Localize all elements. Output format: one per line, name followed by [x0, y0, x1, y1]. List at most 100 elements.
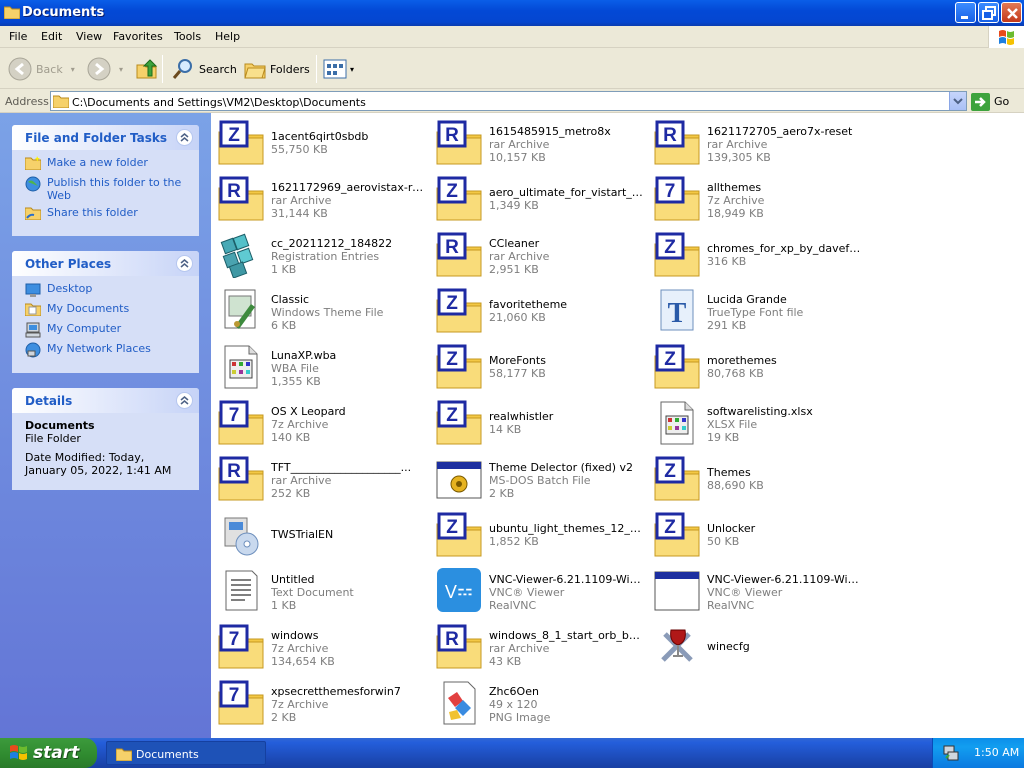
svg-text:R: R — [227, 461, 241, 482]
file-name: Zhc6Oen — [489, 685, 539, 698]
forward-button[interactable]: ▾ — [87, 54, 123, 84]
minimize-button[interactable] — [955, 2, 976, 23]
file-item[interactable]: Zfavoritetheme 21,060 KB — [432, 284, 647, 336]
file-item[interactable]: R 1621172705_aero7x-reset rar Archive 139,3… — [650, 116, 865, 168]
file-item[interactable]: Z MoreFonts 58,177 KB — [432, 340, 647, 392]
close-button[interactable] — [1001, 2, 1022, 23]
file-name: 1615485915_metro8x — [489, 125, 611, 138]
file-name: windows — [271, 629, 319, 642]
publish-folder-link[interactable]: Publish this folder to the Web — [25, 176, 189, 206]
svg-text:7: 7 — [229, 629, 240, 650]
collapse-chevron-icon[interactable] — [176, 392, 193, 409]
title-bar[interactable]: Documents — [0, 0, 1024, 26]
address-field[interactable]: C:\Documents and Settings\VM2\Desktop\Do… — [50, 91, 967, 111]
back-button[interactable]: Back ▾ — [8, 54, 75, 84]
panel-header[interactable]: Details — [12, 388, 199, 413]
address-bar: Address C:\Documents and Settings\VM2\De… — [0, 90, 1024, 113]
file-type: rar Archive — [271, 194, 332, 207]
start-button[interactable]: start — [0, 738, 97, 768]
file-item[interactable]: Zrealwhistler 14 KB — [432, 396, 647, 448]
place-desktop[interactable]: Desktop — [25, 282, 189, 302]
menu-tools[interactable]: Tools — [174, 30, 201, 43]
place-my-network-places[interactable]: My Network Places — [25, 342, 189, 362]
file-item[interactable]: Z 1acent6qirt0sbdb 55,750 KB — [214, 116, 429, 168]
file-item[interactable]: TWSTrialEN — [214, 508, 429, 560]
folders-icon — [244, 63, 266, 79]
views-icon — [323, 59, 347, 79]
chevron-down-icon — [953, 98, 963, 105]
svg-text:Z: Z — [446, 181, 458, 202]
file-item[interactable]: VNC-Viewer-6.21.1109-Windo... VNC® Viewer… — [650, 564, 865, 616]
place-my-computer[interactable]: My Computer — [25, 322, 189, 342]
file-item[interactable]: Zhc6Oen 49 x 120 PNG Image — [432, 676, 647, 728]
file-item[interactable]: R 1615485915_metro8x rar Archive 10,157 KB — [432, 116, 647, 168]
file-item[interactable]: R TFT____________________... rar Archive 25… — [214, 452, 429, 504]
file-item[interactable]: V𝌂 VNC-Viewer-6.21.1109-Windo... VNC® View… — [432, 564, 647, 616]
search-button[interactable]: Search — [171, 54, 237, 84]
maximize-button[interactable] — [978, 2, 999, 23]
file-item[interactable]: cc_20211212_184822 Registration Entries 1 … — [214, 228, 429, 280]
file-item[interactable]: Untitled Text Document 1 KB — [214, 564, 429, 616]
svg-text:Z: Z — [664, 237, 676, 258]
network-tray-icon[interactable] — [943, 745, 959, 761]
details-modified: Date Modified: Today, January 05, 2022, … — [25, 451, 172, 477]
file-item[interactable]: 7 OS X Leopard 7z Archive 140 KB — [214, 396, 429, 448]
collapse-chevron-icon[interactable] — [176, 255, 193, 272]
file-item[interactable]: Theme Delector (fixed) v2 MS-DOS Batch Fi… — [432, 452, 647, 504]
file-item[interactable]: R 1621172969_aerovistax-reset rar Archive 3… — [214, 172, 429, 224]
details-name: Documents — [25, 419, 95, 432]
svg-text:R: R — [445, 237, 459, 258]
svg-text:Z: Z — [664, 349, 676, 370]
up-folder-button[interactable] — [135, 54, 159, 84]
file-item[interactable]: winecfg — [650, 620, 865, 672]
file-item[interactable]: Zubuntu_light_themes_12_10_... 1,852 KB — [432, 508, 647, 560]
address-label: Address — [5, 95, 49, 108]
file-name: chromes_for_xp_by_davef30... — [707, 242, 864, 255]
file-item[interactable]: Zaero_ultimate_for_vistart_by... 1,349 KB — [432, 172, 647, 224]
file-name: 1621172705_aero7x-reset — [707, 125, 853, 138]
file-item[interactable]: 7 xpsecretthemesforwin7 7z Archive 2 KB — [214, 676, 429, 728]
file-name: xpsecretthemesforwin7 — [271, 685, 401, 698]
file-item[interactable]: R CCleaner rar Archive 2,951 KB — [432, 228, 647, 280]
address-dropdown-button[interactable] — [949, 92, 966, 110]
file-size: 19 KB — [707, 431, 740, 444]
file-size: 252 KB — [271, 487, 311, 500]
go-button[interactable]: Go — [971, 92, 1009, 111]
menu-favorites[interactable]: Favorites — [113, 30, 163, 43]
menu-file[interactable]: File — [9, 30, 27, 43]
views-button[interactable]: ▾ — [323, 54, 354, 84]
file-type: WBA File — [271, 362, 319, 375]
file-type: rar Archive — [271, 474, 332, 487]
taskbar-item-documents[interactable]: Documents — [106, 741, 266, 765]
panel-header[interactable]: Other Places — [12, 251, 199, 276]
file-item[interactable]: Zmorethemes 80,768 KB — [650, 340, 865, 392]
file-item[interactable]: LunaXP.wba WBA File 1,355 KB — [214, 340, 429, 392]
file-item[interactable]: 7 windows 7z Archive 134,654 KB — [214, 620, 429, 672]
up-folder-icon — [136, 59, 158, 79]
menu-view[interactable]: View — [76, 30, 102, 43]
menu-help[interactable]: Help — [215, 30, 240, 43]
folders-button[interactable]: Folders — [244, 54, 310, 84]
rar-icon: R — [436, 232, 482, 277]
collapse-chevron-icon[interactable] — [176, 129, 193, 146]
file-item[interactable]: Zchromes_for_xp_by_davef30... 316 KB — [650, 228, 865, 280]
file-item[interactable]: Classic Windows Theme File 6 KB — [214, 284, 429, 336]
file-item[interactable]: T Lucida Grande TrueType Font file 291 KB — [650, 284, 865, 336]
share-folder-link[interactable]: Share this folder — [25, 206, 189, 226]
file-item[interactable]: 7 allthemes 7z Archive 18,949 KB — [650, 172, 865, 224]
make-new-folder-link[interactable]: Make a new folder — [25, 156, 189, 176]
file-size: 291 KB — [707, 319, 747, 332]
file-name: CCleaner — [489, 237, 540, 250]
file-item[interactable]: Z Themes 88,690 KB — [650, 452, 865, 504]
panel-header[interactable]: File and Folder Tasks — [12, 125, 199, 150]
chevron-down-icon: ▾ — [350, 64, 355, 74]
file-item[interactable]: Z Unlocker 50 KB — [650, 508, 865, 560]
menu-edit[interactable]: Edit — [41, 30, 62, 43]
task-pane: File and Folder Tasks Make a new folder … — [0, 113, 211, 738]
globe-icon — [25, 176, 41, 192]
file-item[interactable]: softwarelisting.xlsx XLSX File 19 KB — [650, 396, 865, 448]
file-item[interactable]: Rwindows_8_1_start_orb_by_n... rar Archiv… — [432, 620, 647, 672]
place-my-documents[interactable]: My Documents — [25, 302, 189, 322]
svg-text:Z: Z — [664, 461, 676, 482]
file-size: 1,852 KB — [489, 535, 539, 548]
